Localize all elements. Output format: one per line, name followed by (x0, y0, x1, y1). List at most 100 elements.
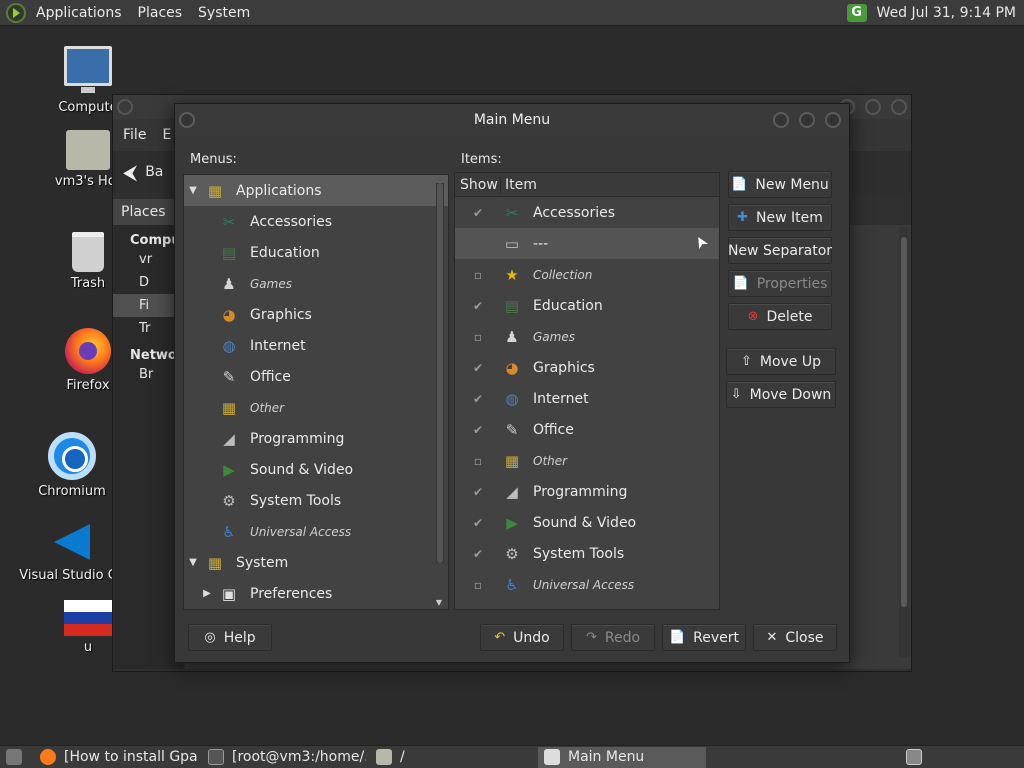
sidebar-item-vm3[interactable]: vr (113, 248, 183, 271)
taskbar-item-terminal[interactable]: [root@vm3:/home/... (202, 747, 366, 768)
menu-tree-item[interactable]: ♟ Games (184, 268, 448, 299)
menus-tree[interactable]: ▼ ▦ Applications ✂ Accessories ▤ Education ♟ Gam… (183, 174, 449, 610)
items-list[interactable]: Show Item ✔ ✂ Accessories ▭ --- ➤ ▫ ★ Collection… (454, 172, 720, 610)
help-icon: ◎ (204, 630, 216, 645)
show-checkbox-unchecked[interactable]: ▫ (455, 578, 501, 592)
delete-button[interactable]: ⊗ Delete (728, 303, 832, 330)
show-checkbox-checked[interactable]: ✔ (455, 516, 501, 530)
items-list-row[interactable]: ▭ --- ➤ (455, 228, 719, 259)
workspace-switcher[interactable] (900, 747, 930, 768)
show-desktop-button[interactable] (0, 747, 30, 768)
menu-tree-item[interactable]: ✎ Office (184, 361, 448, 392)
show-checkbox-checked[interactable]: ✔ (455, 547, 501, 561)
panel-clock[interactable]: Wed Jul 31, 9:14 PM (877, 5, 1016, 21)
new-separator-button[interactable]: New Separator (728, 237, 832, 264)
places-selector[interactable]: Places (113, 199, 183, 225)
items-list-row[interactable]: ▫ ♿ Universal Access (455, 569, 719, 600)
dialog-titlebar[interactable]: Main Menu (175, 104, 849, 136)
show-checkbox-unchecked[interactable]: ▫ (455, 330, 501, 344)
menu-tree-item[interactable]: ▤ Education (184, 237, 448, 268)
menu-tree-item[interactable]: ✂ Accessories (184, 206, 448, 237)
window-menu-icon[interactable] (117, 99, 133, 115)
items-list-row[interactable]: ▫ ▦ Other (455, 445, 719, 476)
menu-tree-item[interactable]: ⚙ System Tools (184, 485, 448, 516)
back-button-label[interactable]: Ba (145, 164, 163, 180)
close-icon[interactable] (891, 99, 907, 115)
items-list-row[interactable]: ▫ ★ Collection (455, 259, 719, 290)
close-button[interactable]: ✕ Close (753, 624, 837, 651)
column-item[interactable]: Item (501, 177, 537, 193)
universal-access-icon: ♿ (505, 575, 519, 594)
sidebar-item-browse-network[interactable]: Br (113, 363, 183, 386)
menu-tree-item[interactable]: ◍ Internet (184, 330, 448, 361)
move-up-button[interactable]: ⇧ Move Up (726, 348, 836, 375)
maximize-icon[interactable] (799, 112, 815, 128)
revert-button[interactable]: 📄 Revert (662, 624, 746, 651)
items-list-row[interactable]: ✔ ✎ Office (455, 414, 719, 445)
education-icon: ▤ (221, 243, 237, 262)
taskbar-item-file-manager[interactable]: / (370, 747, 534, 768)
menu-tree-item-label: Preferences (250, 585, 333, 602)
taskbar-item-main-menu[interactable]: Main Menu (538, 746, 706, 768)
menu-tree-item[interactable]: ◕ Graphics (184, 299, 448, 330)
show-checkbox-checked[interactable]: ✔ (455, 392, 501, 406)
properties-button[interactable]: 📄 Properties (728, 270, 832, 297)
fm-menu-file[interactable]: File (123, 127, 146, 143)
show-checkbox-unchecked[interactable]: ▫ (455, 454, 501, 468)
show-checkbox-checked[interactable]: ✔ (455, 299, 501, 313)
menu-tree-item-label: Universal Access (250, 524, 352, 539)
fm-menu-edit[interactable]: E (162, 127, 171, 143)
expander-open-icon[interactable]: ▼ (186, 185, 200, 196)
column-show[interactable]: Show (455, 176, 501, 193)
items-list-row-label: Universal Access (533, 577, 635, 592)
expander-closed-icon[interactable]: ▶ (200, 588, 214, 599)
items-list-row[interactable]: ✔ ◕ Graphics (455, 352, 719, 383)
distro-logo-icon[interactable] (6, 2, 26, 23)
close-icon[interactable] (825, 112, 841, 128)
sidebar-item-filesystem[interactable]: Fi (113, 294, 183, 317)
items-list-row[interactable]: ✔ ▶ Sound & Video (455, 507, 719, 538)
maximize-icon[interactable] (865, 99, 881, 115)
menus-tree-scrollbar[interactable] (436, 183, 444, 563)
expander-open-icon[interactable]: ▼ (186, 557, 200, 568)
new-item-button[interactable]: ✚ New Item (728, 204, 832, 231)
panel-menu-system[interactable]: System (190, 0, 258, 26)
taskbar-item-browser[interactable]: [How to install Gpa... (34, 747, 198, 768)
panel-menu-applications[interactable]: Applications (28, 0, 130, 26)
sidebar-item-desktop[interactable]: D (113, 271, 183, 294)
menu-tree-item[interactable]: ▶ ▣ Preferences (184, 578, 448, 609)
menu-tree-item[interactable]: ◢ Programming (184, 423, 448, 454)
new-menu-label: New Menu (755, 176, 829, 193)
update-tray-icon[interactable]: G (846, 3, 867, 22)
show-checkbox-checked[interactable]: ✔ (455, 423, 501, 437)
back-arrow-icon[interactable]: ⮜ (123, 160, 137, 184)
show-checkbox-checked[interactable]: ✔ (455, 361, 501, 375)
menu-tree-item[interactable]: ▦ Other (184, 392, 448, 423)
items-list-row[interactable]: ✔ ⚙ System Tools (455, 538, 719, 569)
items-list-row[interactable]: ✔ ◍ Internet (455, 383, 719, 414)
menu-tree-item[interactable]: ♿ Universal Access (184, 516, 448, 547)
move-down-button[interactable]: ⇩ Move Down (726, 381, 836, 408)
sidebar-item-trash[interactable]: Tr (113, 317, 183, 340)
items-list-row[interactable]: ✔ ◢ Programming (455, 476, 719, 507)
panel-menu-places[interactable]: Places (130, 0, 191, 26)
file-manager-scrollbar[interactable] (899, 227, 909, 657)
menu-tree-item[interactable]: ▼ ▦ Applications (184, 175, 448, 206)
new-menu-button[interactable]: 📄 New Menu (728, 171, 832, 198)
undo-button[interactable]: ↶ Undo (480, 624, 564, 651)
show-checkbox-unchecked[interactable]: ▫ (455, 268, 501, 282)
redo-button[interactable]: ↷ Redo (571, 624, 655, 651)
show-checkbox-checked[interactable]: ✔ (455, 206, 501, 220)
menu-tree-item[interactable]: ▶ Sound & Video (184, 454, 448, 485)
sidebar-section-computer: Compu (130, 233, 181, 248)
window-menu-icon[interactable] (179, 112, 195, 128)
office-icon: ✎ (505, 420, 519, 439)
menu-tree-item[interactable]: ▼ ▦ System (184, 547, 448, 578)
help-button[interactable]: ◎ Help (188, 624, 272, 651)
items-list-row[interactable]: ▫ ♟ Games (455, 321, 719, 352)
minimize-icon[interactable] (773, 112, 789, 128)
items-list-row[interactable]: ✔ ▤ Education (455, 290, 719, 321)
scroll-down-arrow-icon[interactable]: ▼ (436, 598, 442, 607)
items-list-row[interactable]: ✔ ✂ Accessories (455, 197, 719, 228)
show-checkbox-checked[interactable]: ✔ (455, 485, 501, 499)
